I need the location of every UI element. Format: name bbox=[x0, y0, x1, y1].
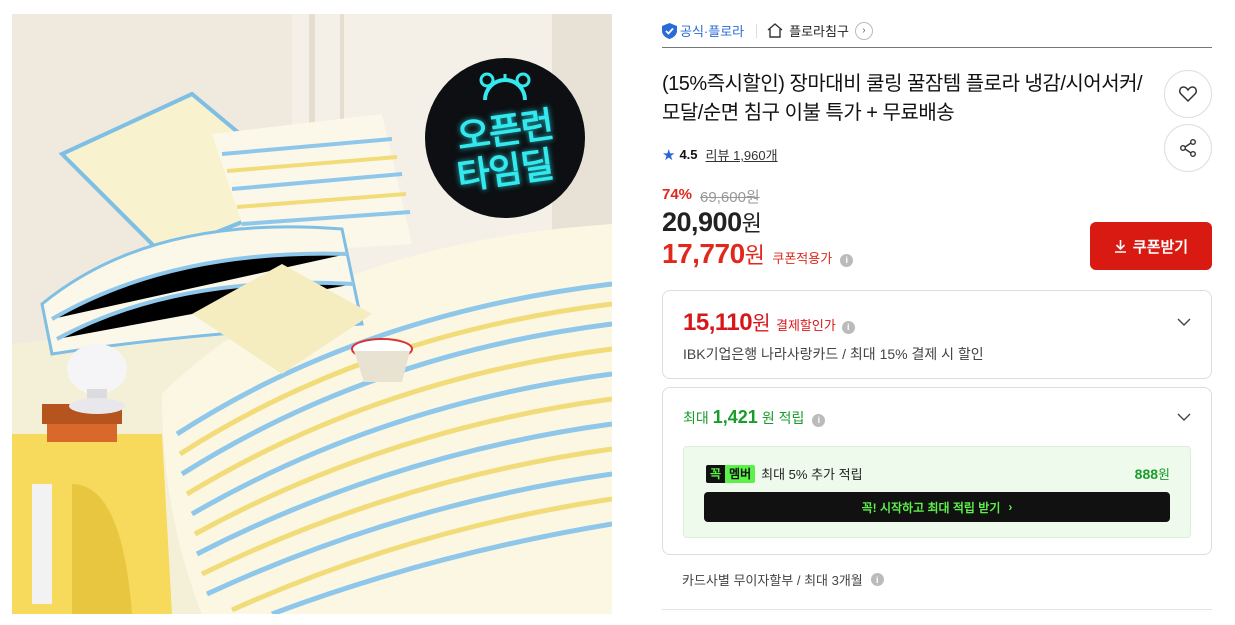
coupon-price: 17,770원 bbox=[662, 238, 765, 270]
original-price: 69,600원 bbox=[700, 189, 760, 206]
official-label: 공식·플로라 bbox=[680, 24, 745, 39]
membership-badge-part2: 멤버 bbox=[725, 464, 756, 483]
points-prefix: 최대 bbox=[683, 410, 709, 426]
home-icon bbox=[767, 23, 783, 38]
payment-description: IBK기업은행 나라사랑카드 / 최대 15% 결제 시 할인 bbox=[683, 346, 984, 362]
membership-amount-value: 888 bbox=[1134, 466, 1159, 482]
chevron-down-icon[interactable] bbox=[1177, 410, 1191, 424]
points-summary: 최대 1,421 원 적립 i bbox=[683, 407, 826, 428]
share-button[interactable] bbox=[1164, 124, 1212, 172]
info-icon[interactable]: i bbox=[870, 573, 884, 586]
chevron-down-icon[interactable] bbox=[1177, 315, 1191, 329]
time-deal-badge: 오픈런 타임딜 bbox=[425, 58, 585, 218]
coupon-price-amount: 17,770 bbox=[662, 238, 745, 269]
wishlist-button[interactable] bbox=[1164, 70, 1212, 118]
info-icon[interactable]: i bbox=[840, 253, 854, 267]
divider bbox=[662, 609, 1212, 610]
rating-summary: ★ 4.5 리뷰 1,960개 bbox=[662, 145, 778, 164]
membership-start-button[interactable]: 꼭! 시작하고 최대 적립 받기 › bbox=[704, 492, 1170, 522]
sale-price-unit: 원 bbox=[741, 211, 762, 236]
membership-amount: 888원 bbox=[1135, 464, 1170, 483]
sale-price-amount: 20,900 bbox=[662, 207, 742, 237]
payment-price-label: 결제할인가 bbox=[776, 318, 836, 333]
info-icon[interactable]: i bbox=[812, 413, 826, 427]
info-icon[interactable]: i bbox=[841, 320, 855, 334]
coupon-download-button[interactable]: 쿠폰받기 bbox=[1090, 222, 1212, 270]
discount-rate: 74% bbox=[662, 186, 693, 203]
store-bar: 공식·플로라 플로라침구 › bbox=[662, 14, 1212, 48]
membership-promo: 꼭 멤버 최대 5% 추가 적립 888원 꼭! 시작하고 최대 적립 받기 › bbox=[683, 446, 1191, 538]
payment-price-unit: 원 bbox=[752, 313, 770, 335]
store-link[interactable]: 플로라침구 › bbox=[767, 21, 873, 40]
star-icon: ★ bbox=[662, 146, 676, 164]
store-name: 플로라침구 bbox=[789, 24, 849, 39]
chevron-right-icon: › bbox=[1008, 500, 1013, 514]
membership-badge: 꼭 멤버 bbox=[706, 464, 756, 483]
coupon-price-label: 쿠폰적용가 bbox=[772, 251, 833, 266]
share-icon bbox=[1180, 139, 1196, 157]
official-store-badge[interactable]: 공식·플로라 bbox=[662, 21, 756, 40]
shield-check-icon bbox=[662, 22, 677, 39]
membership-badge-part1: 꼭 bbox=[706, 464, 726, 483]
payment-discount-box[interactable]: 15,110원 결제할인가 i IBK기업은행 나라사랑카드 / 최대 15% … bbox=[662, 290, 1212, 379]
sale-price: 20,900원 bbox=[662, 206, 762, 238]
coupon-button-label: 쿠폰받기 bbox=[1132, 238, 1189, 256]
membership-button-label: 꼭! 시작하고 최대 적립 받기 bbox=[861, 500, 1001, 515]
alarm-clock-icon bbox=[479, 72, 531, 101]
points-amount: 1,421 bbox=[712, 407, 758, 427]
download-icon bbox=[1114, 240, 1126, 253]
points-suffix: 원 적립 bbox=[761, 410, 805, 426]
membership-amount-unit: 원 bbox=[1158, 467, 1170, 482]
installment-text: 카드사별 무이자할부 / 최대 3개월 bbox=[682, 573, 863, 588]
payment-price-amount: 15,110 bbox=[683, 309, 753, 336]
divider bbox=[756, 23, 758, 38]
product-image: 오픈런 타임딜 bbox=[12, 14, 612, 614]
coupon-price-row: 17,770원 쿠폰적용가 i bbox=[662, 238, 854, 270]
discount-row: 74% 69,600원 bbox=[662, 186, 760, 207]
payment-price-row: 15,110원 결제할인가 i bbox=[683, 307, 855, 337]
heart-icon bbox=[1179, 86, 1197, 103]
points-box: 최대 1,421 원 적립 i 꼭 멤버 최대 5% 추가 적립 888원 꼭!… bbox=[662, 387, 1212, 555]
chevron-right-icon: › bbox=[854, 21, 873, 40]
review-link[interactable]: 리뷰 1,960개 bbox=[706, 145, 778, 164]
product-title: (15%즉시할인) 장마대비 쿨링 꿀잠템 플로라 냉감/시어서커/모달/순면 … bbox=[662, 73, 1143, 124]
rating-score: 4.5 bbox=[679, 147, 698, 162]
payment-price: 15,110원 bbox=[683, 307, 770, 337]
coupon-price-unit: 원 bbox=[744, 243, 765, 268]
membership-row: 꼭 멤버 최대 5% 추가 적립 bbox=[706, 464, 863, 483]
installment-info: 카드사별 무이자할부 / 최대 3개월 i bbox=[682, 570, 884, 589]
membership-text: 최대 5% 추가 적립 bbox=[761, 467, 863, 482]
